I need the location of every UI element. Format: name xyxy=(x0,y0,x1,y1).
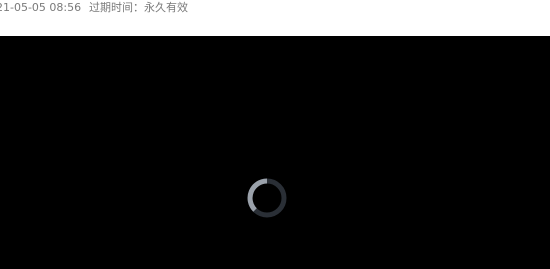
spinner-arc xyxy=(247,178,268,212)
loading-spinner-icon xyxy=(247,178,287,218)
video-player[interactable] xyxy=(0,36,550,269)
upload-date: 21-05-05 08:56 xyxy=(0,1,82,14)
share-meta-bar: 21-05-05 08:56 过期时间：永久有效 xyxy=(0,0,550,36)
expiry-time: 过期时间：永久有效 xyxy=(89,1,188,14)
